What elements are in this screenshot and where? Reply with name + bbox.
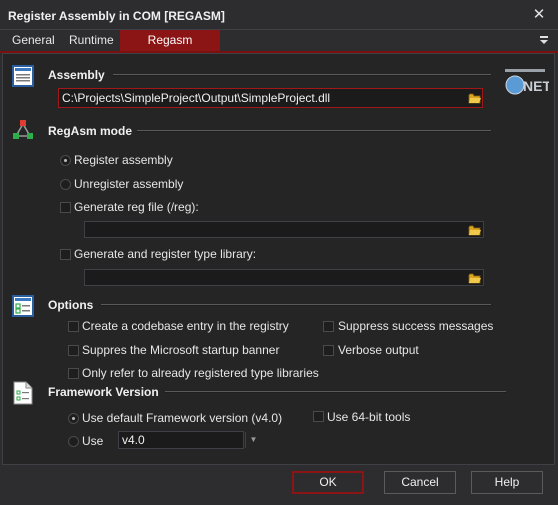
codebase-entry-label: Create a codebase entry in the registry [82, 319, 289, 333]
window-title: Register Assembly in COM [REGASM] [8, 9, 225, 23]
cancel-button[interactable]: Cancel [384, 471, 456, 494]
framework-version-section-label: Framework Version [48, 385, 159, 399]
options-divider [101, 304, 491, 306]
tab-runtime[interactable]: Runtime [63, 30, 120, 51]
help-button[interactable]: Help [471, 471, 543, 494]
register-assembly-label: Register assembly [74, 153, 173, 167]
suppress-banner-label: Suppres the Microsoft startup banner [82, 343, 280, 357]
generate-reg-file-label: Generate reg file (/reg): [74, 200, 199, 214]
generate-type-library-checkbox[interactable] [60, 249, 71, 260]
options-icon [12, 295, 34, 317]
verbose-output-label: Verbose output [338, 343, 419, 357]
suppress-success-checkbox[interactable] [323, 321, 334, 332]
use-specific-framework-label: Use [82, 434, 104, 448]
registered-typelibs-label: Only refer to already registered type li… [82, 366, 319, 380]
options-section-label: Options [48, 298, 94, 312]
framework-version-dropdown-arrow[interactable]: ▼ [245, 432, 261, 448]
tab-menu-icon[interactable] [537, 33, 551, 47]
framework-version-icon [13, 381, 33, 405]
suppress-banner-checkbox[interactable] [68, 345, 79, 356]
regasm-mode-icon [11, 118, 35, 142]
assembly-browse-folder-icon[interactable] [467, 90, 483, 106]
assembly-divider [113, 74, 491, 76]
codebase-entry-checkbox[interactable] [68, 321, 79, 332]
suppress-success-label: Suppress success messages [338, 319, 494, 333]
assembly-section-label: Assembly [48, 68, 105, 82]
ok-button[interactable]: OK [292, 471, 364, 494]
dotnet-logo-text: NET [523, 78, 549, 94]
generate-reg-file-checkbox[interactable] [60, 202, 71, 213]
use-specific-framework-radio[interactable] [68, 436, 79, 447]
use-64bit-tools-checkbox[interactable] [313, 411, 324, 422]
use-default-framework-label: Use default Framework version (v4.0) [82, 411, 283, 425]
unregister-assembly-radio[interactable] [60, 179, 71, 190]
reg-file-path-input[interactable] [84, 221, 484, 238]
title-bar: Register Assembly in COM [REGASM] ✕ [0, 0, 558, 30]
assembly-icon [12, 65, 34, 87]
framework-version-select[interactable]: v4.0 [118, 431, 244, 449]
type-library-path-input[interactable] [84, 269, 484, 286]
framework-version-divider [165, 391, 506, 393]
close-button[interactable]: ✕ [528, 5, 550, 25]
regasm-mode-section-label: RegAsm mode [48, 124, 133, 138]
tab-general[interactable]: General [6, 30, 61, 51]
registered-typelibs-checkbox[interactable] [68, 368, 79, 379]
use-default-framework-radio[interactable] [68, 413, 79, 424]
verbose-output-checkbox[interactable] [323, 345, 334, 356]
assembly-path-input[interactable]: C:\Projects\SimpleProject\Output\SimpleP… [58, 88, 483, 108]
tab-strip: General Runtime Regasm Options [0, 30, 558, 68]
tab-regasm-options[interactable]: Regasm Options [120, 30, 220, 68]
dotnet-logo-icon: NET [503, 67, 551, 97]
generate-type-library-label: Generate and register type library: [74, 247, 257, 261]
reg-file-browse-folder-icon[interactable] [467, 222, 483, 238]
use-64bit-tools-label: Use 64-bit tools [327, 410, 411, 424]
regasm-mode-divider [137, 130, 491, 132]
type-library-browse-folder-icon[interactable] [467, 270, 483, 286]
unregister-assembly-label: Unregister assembly [74, 177, 184, 191]
register-assembly-radio[interactable] [60, 155, 71, 166]
